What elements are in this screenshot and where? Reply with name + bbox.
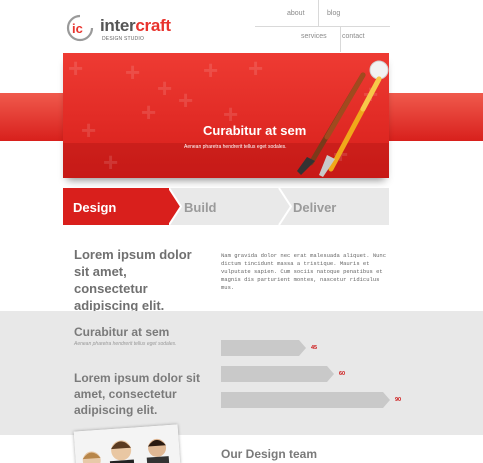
plus-decoration-icon: + (81, 115, 97, 145)
intro-heading: Lorem ipsum dolor sit amet, consectetur … (74, 247, 192, 313)
hero-subtitle: Aenean pharetra hendrerit tellus eget so… (184, 144, 287, 150)
step-deliver-label: Deliver (293, 200, 337, 215)
plus-decoration-icon: + (248, 53, 264, 83)
step-build[interactable]: Build (169, 188, 292, 225)
step-design[interactable]: Design (63, 188, 181, 225)
plus-decoration-icon: + (68, 53, 84, 83)
plus-decoration-icon: + (203, 55, 219, 85)
nav-divider (255, 26, 390, 27)
nav-services[interactable]: services (301, 33, 327, 40)
brand-name: intercraft (100, 16, 171, 35)
stat-bar (221, 392, 390, 408)
plus-decoration-icon: + (141, 97, 157, 127)
stats-heading-2: Lorem ipsum dolor sit amet, consectetur … (74, 371, 201, 417)
stat-bar-value: 45 (311, 345, 318, 351)
nav-about[interactable]: about (287, 10, 305, 17)
intro-body: Nam gravida dolor nec erat malesuada ali… (221, 252, 387, 291)
plus-decoration-icon: + (125, 57, 141, 87)
plus-decoration-icon: + (103, 147, 119, 177)
stats-subheading: Aenean pharetra hendrerit tellus eget so… (74, 341, 177, 347)
step-design-label: Design (73, 200, 117, 215)
stat-bar (221, 366, 334, 382)
team-photo (73, 424, 181, 463)
nav-divider (318, 0, 319, 26)
stat-bar (221, 340, 306, 356)
logo-mark-icon: ic (66, 14, 94, 42)
paintbrushes-illustration-icon (297, 60, 389, 177)
hero-banner: + + + + + + + + + + + + Curabitur at sem… (63, 53, 389, 178)
step-deliver[interactable]: Deliver (279, 188, 389, 225)
nav-divider (340, 26, 341, 52)
nav-blog[interactable]: blog (327, 10, 340, 17)
nav-contact[interactable]: contact (342, 33, 365, 40)
team-title: Our Design team (221, 447, 318, 461)
hero-title: Curabitur at sem (203, 123, 307, 138)
team-photo-image (73, 424, 181, 463)
step-build-label: Build (184, 200, 217, 215)
stat-bar-value: 90 (395, 397, 402, 403)
process-steps: Design Build Deliver (63, 188, 389, 225)
svg-text:ic: ic (72, 21, 83, 36)
stat-bar-value: 60 (339, 371, 346, 377)
plus-decoration-icon: + (157, 73, 173, 103)
brand-tagline: DESIGN STUDIO (102, 36, 145, 42)
logo[interactable]: ic intercraft DESIGN STUDIO (66, 14, 171, 44)
plus-decoration-icon: + (178, 85, 194, 115)
stats-heading: Curabitur at sem (74, 325, 170, 339)
